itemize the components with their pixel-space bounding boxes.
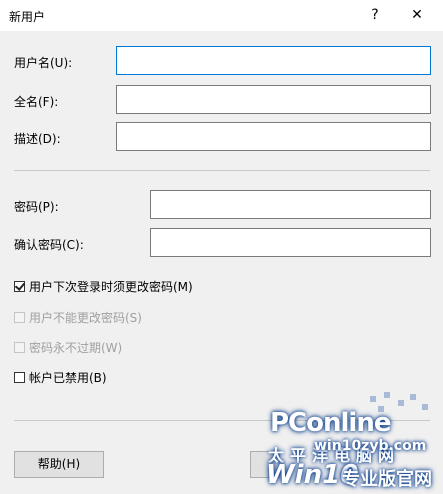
fullname-input[interactable] (116, 85, 431, 114)
checkbox-box[interactable] (14, 279, 26, 292)
checkbox-box (14, 341, 25, 353)
checkbox-cannot-change-password: 用户不能更改密码(S) (14, 308, 142, 326)
checkmark-icon (14, 279, 26, 291)
checkbox-label: 帐户已禁用(B) (29, 370, 107, 385)
checkbox-must-change-password[interactable]: 用户下次登录时须更改密码(M) (14, 277, 193, 295)
password-input[interactable] (150, 190, 431, 219)
checkbox-label: 密码永不过期(W) (29, 340, 123, 355)
confirm-password-input[interactable] (150, 228, 431, 257)
new-user-dialog: 新用户 ? ✕ 用户名(U): 全名(F): 描述(D): 密码(P): 确认密… (0, 0, 443, 494)
help-button[interactable]: 帮助(H) (14, 451, 104, 478)
checkbox-box (14, 311, 25, 323)
checkbox-label: 用户不能更改密码(S) (29, 310, 142, 325)
confirm-password-label: 确认密码(C): (14, 238, 84, 252)
checkbox-account-disabled[interactable]: 帐户已禁用(B) (14, 368, 107, 386)
watermark-url: win10zyb.com (314, 438, 427, 454)
username-input[interactable] (116, 46, 431, 75)
title-bar: 新用户 ? ✕ (0, 0, 443, 31)
help-question-icon[interactable]: ? (364, 4, 386, 26)
description-label: 描述(D): (14, 132, 61, 146)
fullname-label: 全名(F): (14, 95, 59, 109)
watermark-logo: PConline 太平洋电脑网 win10zyb.com Win10 专业版官网 (250, 390, 443, 494)
close-icon[interactable]: ✕ (404, 4, 430, 26)
watermark-pconline: PConline (270, 408, 391, 438)
checkbox-box[interactable] (14, 371, 25, 383)
watermark-cn-title: 专业版官网 (342, 469, 432, 490)
dialog-title: 新用户 (9, 10, 46, 24)
checkbox-password-never-expires: 密码永不过期(W) (14, 338, 122, 356)
separator-top (14, 170, 430, 171)
username-label: 用户名(U): (14, 56, 73, 70)
checkbox-label: 用户下次登录时须更改密码(M) (29, 279, 193, 294)
password-label: 密码(P): (14, 200, 59, 214)
description-input[interactable] (116, 122, 431, 151)
